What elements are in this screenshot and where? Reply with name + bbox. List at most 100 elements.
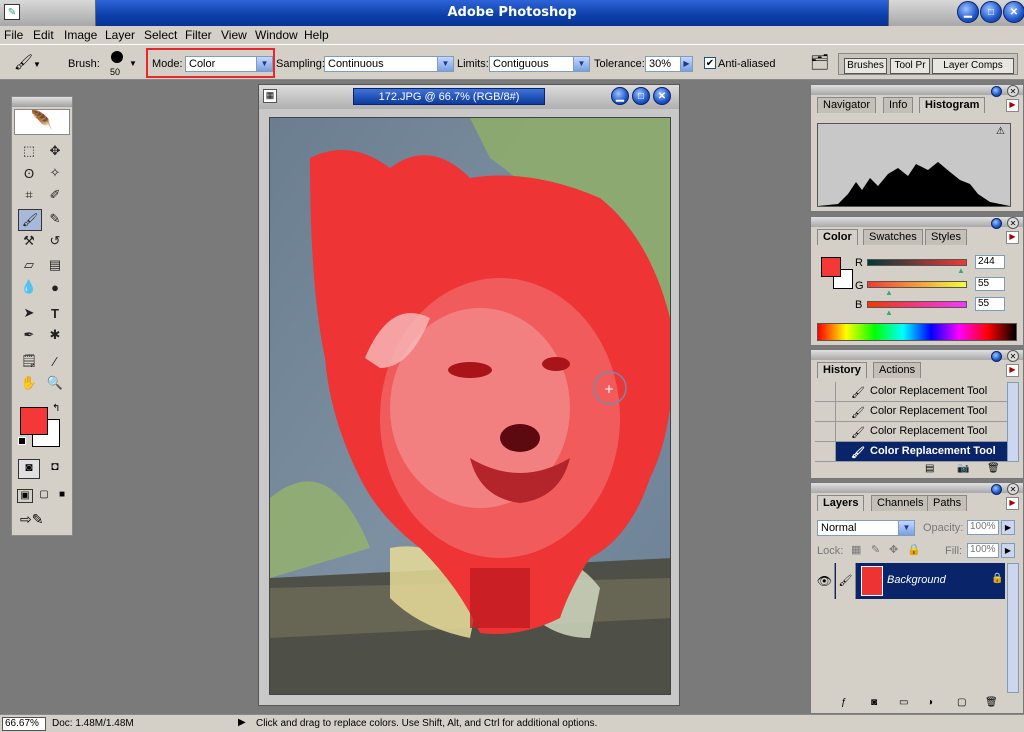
b-slider[interactable] xyxy=(867,301,967,308)
r-slider-thumb[interactable]: ▲ xyxy=(957,266,965,275)
path-select-icon[interactable]: ➤ xyxy=(18,303,40,323)
screen-mode-full-button[interactable]: ■ xyxy=(54,489,70,503)
tab-channels[interactable]: Channels xyxy=(871,495,930,511)
tool-preset-picker[interactable]: 🖌▼ xyxy=(14,53,56,73)
tab-history[interactable]: History xyxy=(817,362,867,378)
panel-close-icon[interactable]: ✕ xyxy=(1007,85,1019,97)
brush-picker[interactable]: 50 ▼ xyxy=(104,49,137,79)
panel-close-icon[interactable]: ✕ xyxy=(1007,483,1019,495)
new-document-from-state-icon[interactable]: ▤ xyxy=(925,463,934,474)
standard-mode-button[interactable]: ◙ xyxy=(18,459,40,479)
foreground-color-swatch[interactable] xyxy=(20,407,48,435)
new-layer-icon[interactable]: ▢ xyxy=(957,697,966,708)
menu-file[interactable]: File xyxy=(4,28,23,42)
new-snapshot-icon[interactable]: 📷 xyxy=(957,463,969,474)
image-canvas[interactable]: + xyxy=(269,117,671,695)
tab-info[interactable]: Info xyxy=(883,97,914,113)
history-item[interactable]: 🖌 Color Replacement Tool xyxy=(815,422,1007,442)
panel-minimize-button[interactable] xyxy=(991,218,1002,229)
lock-move-icon[interactable]: ✥ xyxy=(889,543,898,556)
history-snapshot-slot[interactable] xyxy=(815,382,836,401)
color-fg-swatch[interactable] xyxy=(821,257,841,277)
panel-close-icon[interactable]: ✕ xyxy=(1007,350,1019,362)
screen-mode-standard-button[interactable]: ▣ xyxy=(17,489,33,503)
tab-actions[interactable]: Actions xyxy=(873,362,922,378)
layers-scrollbar[interactable] xyxy=(1007,563,1019,693)
trash-icon[interactable]: 🗑 xyxy=(987,463,1000,474)
lock-transparency-icon[interactable]: ▦ xyxy=(851,543,861,556)
doc-close-button[interactable]: ✕ xyxy=(653,87,671,105)
lock-all-icon[interactable]: 🔒 xyxy=(907,543,921,556)
layer-style-icon[interactable]: ƒ xyxy=(841,697,847,708)
menu-image[interactable]: Image xyxy=(64,28,97,42)
tab-styles[interactable]: Styles xyxy=(925,229,967,245)
lock-brush-icon[interactable]: ✎ xyxy=(871,543,880,556)
opacity-input[interactable]: 100% xyxy=(967,520,999,535)
menu-view[interactable]: View xyxy=(221,28,247,42)
history-snapshot-slot[interactable] xyxy=(815,402,836,421)
status-menu-arrow-icon[interactable]: ▶ xyxy=(238,717,246,728)
minimize-button[interactable]: ▁ xyxy=(957,1,979,23)
fill-arrow-icon[interactable]: ▶ xyxy=(1001,543,1015,558)
new-group-icon[interactable]: ▭ xyxy=(899,697,908,708)
panel-menu-icon[interactable]: ▶ xyxy=(1006,364,1019,377)
limits-select[interactable]: Contiguous ▼ xyxy=(489,56,590,72)
sampling-select[interactable]: Continuous ▼ xyxy=(324,56,454,72)
zoom-tool-icon[interactable]: 🔍 xyxy=(44,373,66,393)
screen-mode-full-menu-button[interactable]: ▢ xyxy=(36,489,52,503)
history-item[interactable]: 🖌 Color Replacement Tool xyxy=(815,402,1007,422)
tab-layer-comps[interactable]: Layer Comps xyxy=(932,58,1014,74)
gradient-tool-icon[interactable]: ▤ xyxy=(44,255,66,275)
menu-filter[interactable]: Filter xyxy=(185,28,212,42)
tab-navigator[interactable]: Navigator xyxy=(817,97,877,113)
crop-tool-icon[interactable]: ⌗ xyxy=(18,185,40,205)
adjustment-layer-icon[interactable]: ◑ xyxy=(927,697,933,708)
g-slider[interactable] xyxy=(867,281,967,288)
notes-tool-icon[interactable]: 🗒 xyxy=(18,351,40,371)
menu-help[interactable]: Help xyxy=(304,28,329,42)
color-replacement-tool-icon[interactable]: 🖌 xyxy=(18,209,42,231)
brush-tool-icon[interactable]: ✎ xyxy=(44,209,66,229)
default-colors-icon[interactable] xyxy=(18,437,26,445)
history-snapshot-slot[interactable] xyxy=(815,422,836,441)
history-item[interactable]: 🖌 Color Replacement Tool xyxy=(815,382,1007,402)
doc-maximize-button[interactable]: □ xyxy=(632,87,650,105)
b-input[interactable]: 55 xyxy=(975,297,1005,311)
g-input[interactable]: 55 xyxy=(975,277,1005,291)
maximize-button[interactable]: □ xyxy=(980,1,1002,23)
panel-menu-icon[interactable]: ▶ xyxy=(1006,231,1019,244)
type-tool-icon[interactable]: T xyxy=(44,303,66,323)
chevron-right-icon[interactable]: ▶ xyxy=(680,57,692,71)
zoom-input[interactable]: 66.67% xyxy=(2,717,46,731)
panel-menu-icon[interactable]: ▶ xyxy=(1006,99,1019,112)
marquee-tool-icon[interactable]: ⬚ xyxy=(18,141,40,161)
menu-select[interactable]: Select xyxy=(144,28,177,42)
tab-tool-presets[interactable]: Tool Pr xyxy=(890,58,930,74)
document-titlebar[interactable]: ▦ 172.JPG @ 66.7% (RGB/8#) ▁ □ ✕ xyxy=(259,85,679,109)
tolerance-input[interactable]: 30% ▶ xyxy=(645,56,693,72)
eyedropper-icon[interactable]: ⁄ xyxy=(44,351,66,371)
menu-window[interactable]: Window xyxy=(255,28,298,42)
tab-color[interactable]: Color xyxy=(817,229,858,245)
shape-tool-icon[interactable]: ✱ xyxy=(44,325,66,345)
panel-minimize-button[interactable] xyxy=(991,484,1002,495)
b-slider-thumb[interactable]: ▲ xyxy=(885,308,893,317)
pen-tool-icon[interactable]: ✒ xyxy=(18,325,40,345)
panel-minimize-button[interactable] xyxy=(991,351,1002,362)
menu-edit[interactable]: Edit xyxy=(33,28,54,42)
panel-menu-icon[interactable]: ▶ xyxy=(1006,497,1019,510)
feather-logo-icon[interactable]: 🪶 xyxy=(14,109,70,135)
hand-tool-icon[interactable]: ✋ xyxy=(18,373,40,393)
doc-minimize-button[interactable]: ▁ xyxy=(611,87,629,105)
jump-to-imageready-icon[interactable]: ⇨✎ xyxy=(20,511,66,531)
history-item-selected[interactable]: 🖌 Color Replacement Tool xyxy=(815,442,1007,462)
tab-paths[interactable]: Paths xyxy=(927,495,968,511)
color-ramp[interactable] xyxy=(817,323,1017,341)
close-button[interactable]: ✕ xyxy=(1003,1,1024,23)
move-tool-icon[interactable]: ✥ xyxy=(44,141,66,161)
tab-layers[interactable]: Layers xyxy=(817,495,865,511)
r-input[interactable]: 244 xyxy=(975,255,1005,269)
lasso-tool-icon[interactable]: ʘ xyxy=(18,163,40,183)
history-brush-icon[interactable]: ↺ xyxy=(44,231,66,251)
brush-link-icon[interactable]: 🖌 xyxy=(836,563,856,599)
